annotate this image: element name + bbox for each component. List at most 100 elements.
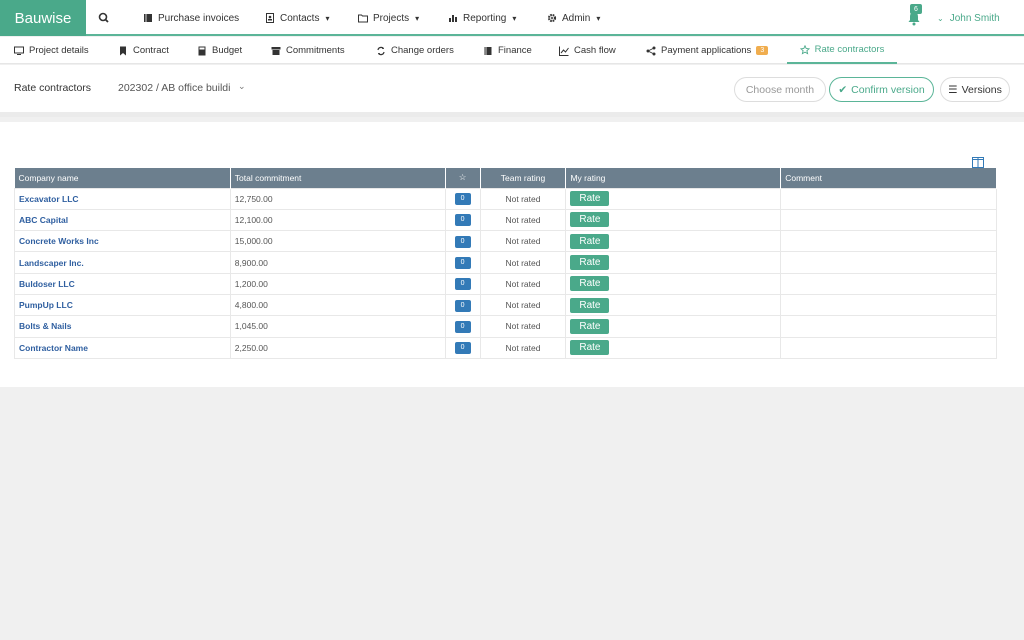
star-half-icon (799, 44, 810, 55)
bar-chart-icon (449, 15, 457, 22)
nav-reporting-label: Reporting (463, 12, 507, 24)
contact-card-icon (266, 13, 274, 23)
chevron-down-icon: ▾ (415, 13, 420, 23)
columns-icon[interactable] (972, 157, 984, 168)
tab-cash-flow[interactable]: Cash flow (559, 37, 616, 64)
tab-project-details[interactable]: Project details (14, 37, 89, 64)
col-my-rating[interactable]: My rating (565, 168, 782, 188)
comment-cell[interactable] (780, 293, 997, 317)
total-commitment-cell: 1,200.00 (229, 272, 446, 295)
rating-count-badge[interactable]: 0 (454, 299, 471, 312)
company-link[interactable]: Bolts & Nails (14, 315, 231, 338)
refresh-icon (377, 46, 385, 55)
rating-count-badge[interactable]: 0 (454, 193, 471, 206)
line-chart-icon (559, 46, 569, 56)
company-link[interactable]: Contractor Name (14, 336, 231, 359)
tab-finance[interactable]: Finance (483, 37, 532, 64)
rate-button[interactable]: Rate (570, 276, 610, 292)
my-rating-cell: Rate (565, 230, 782, 253)
col-total-commitment[interactable]: Total commitment (230, 168, 446, 188)
rate-button[interactable]: Rate (570, 340, 610, 356)
choose-month-input[interactable]: Choose month (734, 77, 826, 102)
tab-payment-applications[interactable]: Payment applications 3 (646, 37, 769, 64)
tab-contract[interactable]: Contract (118, 37, 169, 64)
rating-count-badge[interactable]: 0 (454, 342, 471, 355)
tab-change-orders[interactable]: Change orders (376, 37, 454, 64)
rate-button[interactable]: Rate (570, 233, 610, 249)
table-row: Bolts & Nails 1,045.00 0 Not rated Rate (14, 315, 997, 338)
rate-button[interactable]: Rate (570, 318, 610, 334)
book-icon (144, 14, 152, 22)
company-link[interactable]: Landscaper Inc. (14, 251, 231, 274)
comment-cell[interactable] (780, 336, 997, 359)
col-comment[interactable]: Comment (780, 168, 997, 188)
team-rating-cell: Not rated (479, 315, 567, 338)
user-menu[interactable]: ⌄ John Smith (936, 0, 1000, 36)
company-link[interactable]: ABC Capital (14, 208, 231, 232)
company-name[interactable]: Excavator LLC (19, 194, 79, 204)
comment-cell[interactable] (780, 230, 997, 253)
company-link[interactable]: Excavator LLC (14, 187, 231, 210)
tab-commitments[interactable]: Commitments (271, 37, 345, 64)
tab-budget[interactable]: Budget (197, 37, 242, 64)
company-link[interactable]: Buldoser LLC (14, 272, 231, 295)
company-name[interactable]: Landscaper Inc. (19, 258, 84, 268)
company-link[interactable]: Concrete Works Inc (14, 230, 231, 253)
bookmark-icon (120, 46, 126, 55)
project-select[interactable]: 202302 / AB office building (118, 82, 230, 94)
nav-contacts-label: Contacts (280, 12, 320, 24)
nav-reporting[interactable]: Reporting ▾ (448, 0, 516, 36)
tab-change-orders-label: Change orders (391, 45, 454, 56)
col-company-name[interactable]: Company name (14, 168, 231, 188)
list-icon: ☰ (948, 83, 958, 96)
rating-count-badge[interactable]: 0 (454, 320, 471, 333)
rating-count-cell: 0 (444, 293, 481, 317)
comment-cell[interactable] (780, 251, 997, 274)
share-icon (646, 46, 656, 55)
tab-project-details-label: Project details (29, 45, 89, 56)
company-name[interactable]: PumpUp LLC (19, 300, 73, 310)
rating-count-badge[interactable]: 0 (454, 235, 471, 248)
nav-projects[interactable]: Projects ▾ (358, 0, 419, 36)
rate-button[interactable]: Rate (570, 297, 610, 313)
col-team-rating[interactable]: Team rating (480, 168, 567, 188)
nav-purchase-invoices[interactable]: Purchase invoices (143, 0, 239, 36)
table-row: Landscaper Inc. 8,900.00 0 Not rated Rate (14, 251, 997, 274)
comment-cell[interactable] (780, 208, 997, 232)
confirm-version-label: Confirm version (851, 83, 925, 96)
comment-cell[interactable] (780, 315, 997, 338)
company-name[interactable]: Contractor Name (19, 343, 88, 353)
company-name[interactable]: Bolts & Nails (19, 321, 71, 331)
my-rating-cell: Rate (565, 315, 782, 338)
col-star[interactable]: ☆ (445, 168, 481, 188)
company-name[interactable]: Buldoser LLC (19, 279, 75, 289)
tab-rate-contractors[interactable]: Rate contractors (787, 37, 897, 64)
comment-cell[interactable] (780, 187, 997, 210)
total-commitment-cell: 4,800.00 (229, 293, 446, 317)
company-link[interactable]: PumpUp LLC (14, 293, 231, 317)
nav-admin-label: Admin (562, 12, 591, 24)
rate-button[interactable]: Rate (570, 212, 610, 228)
comment-cell[interactable] (780, 272, 997, 295)
confirm-version-button[interactable]: ✔ Confirm version (829, 77, 934, 102)
tab-cash-flow-label: Cash flow (574, 45, 616, 56)
rating-count-badge[interactable]: 0 (454, 278, 471, 291)
rating-count-badge[interactable]: 0 (454, 257, 471, 270)
rating-count-cell: 0 (444, 251, 481, 274)
search-icon[interactable] (96, 10, 112, 26)
rating-count-badge[interactable]: 0 (454, 214, 471, 227)
user-name: John Smith (949, 12, 1000, 24)
company-name[interactable]: Concrete Works Inc (19, 236, 99, 246)
my-rating-cell: Rate (565, 251, 782, 274)
company-name[interactable]: ABC Capital (19, 215, 68, 225)
rate-button[interactable]: Rate (570, 255, 610, 271)
rate-button[interactable]: Rate (570, 191, 610, 207)
nav-admin[interactable]: Admin ▾ (547, 0, 600, 36)
gear-icon (547, 13, 557, 23)
table-row: Concrete Works Inc 15,000.00 0 Not rated Rat… (14, 230, 997, 253)
check-icon: ✔ (838, 83, 848, 96)
brand-logo[interactable]: Bauwise (0, 0, 86, 36)
nav-contacts[interactable]: Contacts ▾ (265, 0, 329, 36)
versions-button[interactable]: ☰ Versions (940, 77, 1010, 102)
chevron-down-icon[interactable]: ⌄ (238, 81, 246, 92)
